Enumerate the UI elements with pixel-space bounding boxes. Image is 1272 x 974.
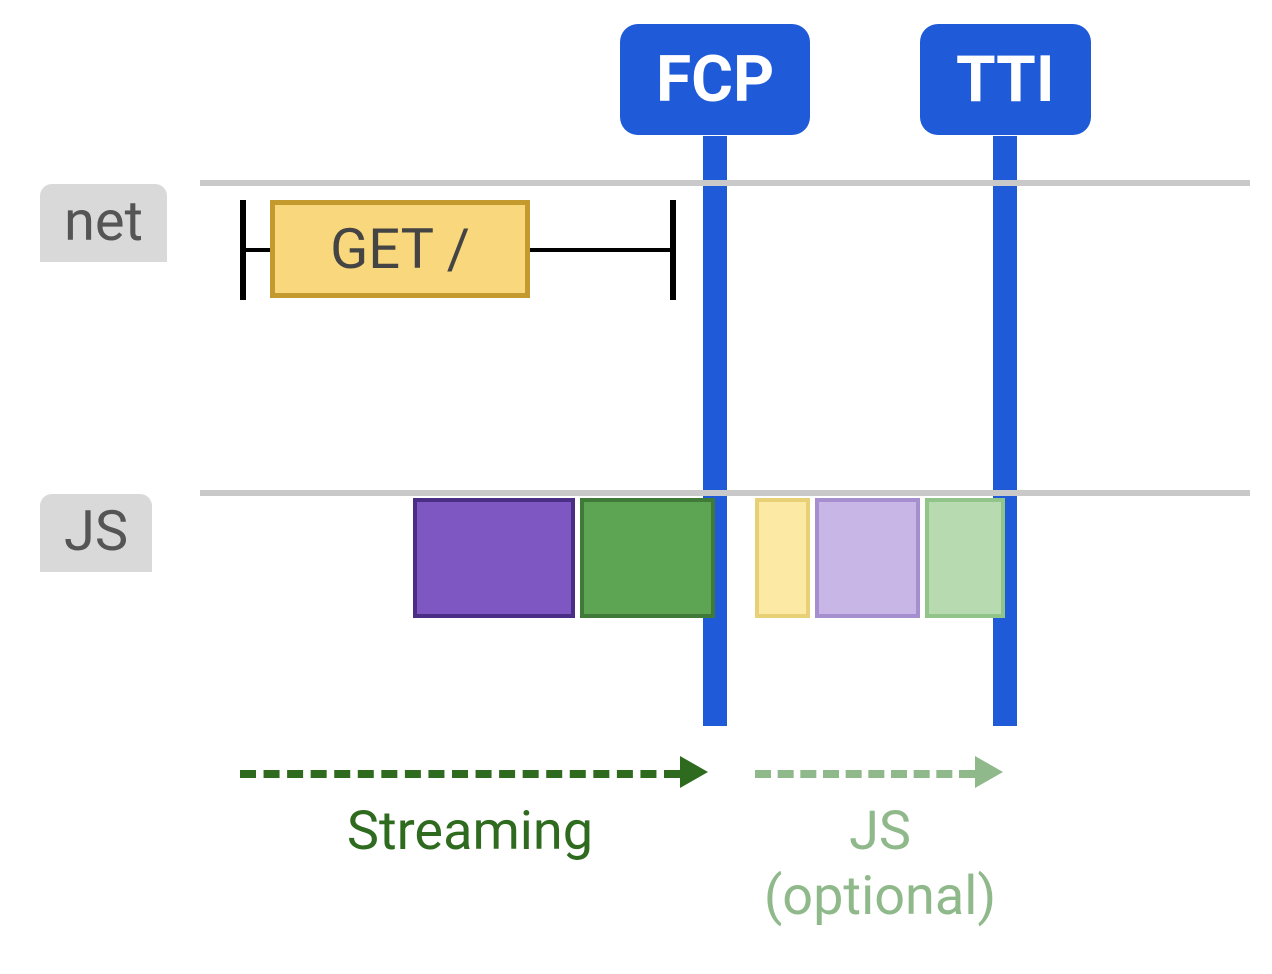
- js-task-yellow-optional: [755, 498, 810, 618]
- row-label-js: JS: [40, 494, 152, 572]
- phase-js-line: [755, 770, 975, 778]
- phase-streaming-arrow-icon: [680, 756, 708, 788]
- row-rule-net: [200, 180, 1250, 186]
- milestone-fcp-pill: FCP: [620, 24, 810, 135]
- milestone-fcp: FCP: [620, 24, 810, 135]
- net-bracket-end: [670, 200, 676, 300]
- phase-js-label-line1: JS: [755, 800, 1005, 863]
- phase-js-arrow-icon: [975, 756, 1003, 788]
- milestone-tti-bar: [993, 136, 1017, 726]
- js-task-green: [580, 498, 715, 618]
- phase-streaming-line: [240, 770, 680, 778]
- milestone-tti: TTI: [920, 24, 1091, 135]
- net-request-label: GET /: [330, 216, 470, 282]
- phase-js-label-line2: (optional): [755, 865, 1005, 928]
- row-label-net: net: [40, 184, 167, 262]
- net-stem-right: [530, 248, 670, 252]
- js-task-purple: [413, 498, 575, 618]
- js-task-purple-optional: [815, 498, 920, 618]
- rendering-timeline-diagram: FCP TTI net GET / JS Streaming JS (optio…: [0, 0, 1272, 974]
- js-task-green-optional: [925, 498, 1005, 618]
- milestone-tti-pill: TTI: [920, 24, 1091, 135]
- row-rule-js: [200, 490, 1250, 496]
- phase-streaming-label: Streaming: [280, 800, 660, 863]
- net-request-box: GET /: [270, 200, 530, 298]
- milestone-fcp-bar: [703, 136, 727, 726]
- net-stem-left: [246, 248, 270, 252]
